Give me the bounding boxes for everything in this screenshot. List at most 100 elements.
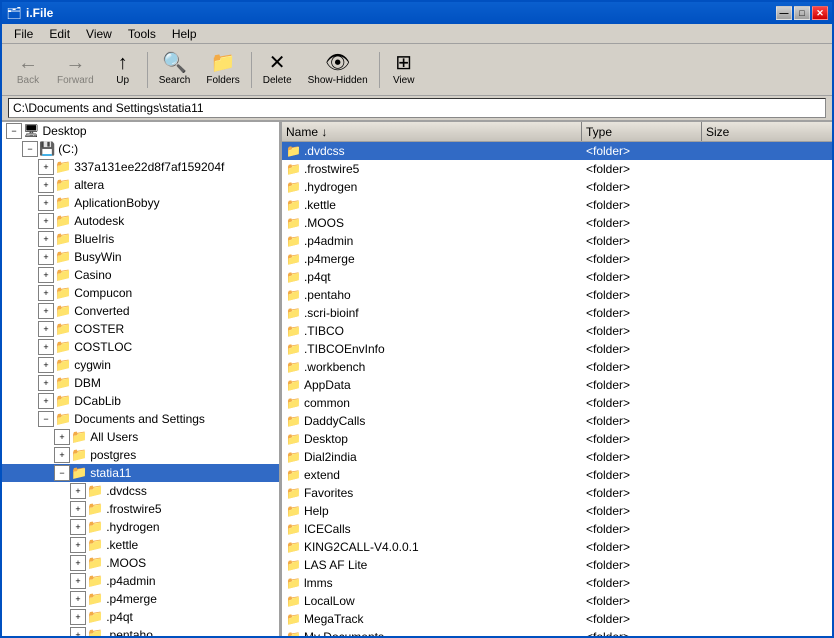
file-row[interactable]: 📁DaddyCalls<folder> <box>282 412 832 430</box>
minimize-button[interactable]: — <box>776 6 792 20</box>
tree-expander-c-drive[interactable]: − <box>22 141 38 157</box>
address-input[interactable] <box>8 98 826 118</box>
tree-expander-kettle[interactable]: + <box>70 537 86 553</box>
tree-expander-autodesk[interactable]: + <box>38 213 54 229</box>
tree-node-dcablib[interactable]: +📁DCabLib <box>2 392 279 410</box>
tree-node-frostwire5[interactable]: +📁.frostwire5 <box>2 500 279 518</box>
file-row[interactable]: 📁extend<folder> <box>282 466 832 484</box>
file-row[interactable]: 📁.frostwire5<folder> <box>282 160 832 178</box>
tree-node-busywin[interactable]: +📁BusyWin <box>2 248 279 266</box>
file-row[interactable]: 📁KING2CALL-V4.0.0.1<folder> <box>282 538 832 556</box>
file-row[interactable]: 📁Favorites<folder> <box>282 484 832 502</box>
menu-item-file[interactable]: File <box>6 25 41 43</box>
menu-item-edit[interactable]: Edit <box>41 25 78 43</box>
tree-node-docs-settings[interactable]: −📁Documents and Settings <box>2 410 279 428</box>
tree-node-p4qt[interactable]: +📁.p4qt <box>2 608 279 626</box>
tree-expander-p4admin[interactable]: + <box>70 573 86 589</box>
file-row[interactable]: 📁lmms<folder> <box>282 574 832 592</box>
tree-node-all-users[interactable]: +📁All Users <box>2 428 279 446</box>
tree-expander-blueiris[interactable]: + <box>38 231 54 247</box>
tree-expander-desktop[interactable]: − <box>6 123 22 139</box>
tree-expander-dvdcss[interactable]: + <box>70 483 86 499</box>
file-row[interactable]: 📁AppData<folder> <box>282 376 832 394</box>
tree-expander-postgres[interactable]: + <box>54 447 70 463</box>
tree-node-coster[interactable]: +📁COSTER <box>2 320 279 338</box>
tree-node-pentaho[interactable]: +📁.pentaho <box>2 626 279 638</box>
tree-node-kettle[interactable]: +📁.kettle <box>2 536 279 554</box>
tree-node-desktop[interactable]: −🖥Desktop <box>2 122 279 140</box>
tree-node-dbm[interactable]: +📁DBM <box>2 374 279 392</box>
file-row[interactable]: 📁.workbench<folder> <box>282 358 832 376</box>
col-header-type[interactable]: Type <box>582 122 702 141</box>
tree-node-blueiris[interactable]: +📁BlueIris <box>2 230 279 248</box>
tree-expander-altera[interactable]: + <box>38 177 54 193</box>
file-row[interactable]: 📁.pentaho<folder> <box>282 286 832 304</box>
tree-expander-pentaho[interactable]: + <box>70 627 86 638</box>
tree-node-autodesk[interactable]: +📁Autodesk <box>2 212 279 230</box>
file-row[interactable]: 📁.TIBCO<folder> <box>282 322 832 340</box>
maximize-button[interactable]: □ <box>794 6 810 20</box>
col-header-name[interactable]: Name ↓ <box>282 122 582 141</box>
tree-node-cygwin[interactable]: +📁cygwin <box>2 356 279 374</box>
up-button[interactable]: ↑Up <box>103 48 143 92</box>
tree-node-postgres[interactable]: +📁postgres <box>2 446 279 464</box>
tree-expander-converted[interactable]: + <box>38 303 54 319</box>
tree-expander-cygwin[interactable]: + <box>38 357 54 373</box>
file-row[interactable]: 📁common<folder> <box>282 394 832 412</box>
file-row[interactable]: 📁Dial2india<folder> <box>282 448 832 466</box>
tree-expander-moos[interactable]: + <box>70 555 86 571</box>
file-row[interactable]: 📁LocalLow<folder> <box>282 592 832 610</box>
tree-expander-frostwire5[interactable]: + <box>70 501 86 517</box>
tree-expander-statia11[interactable]: − <box>54 465 70 481</box>
tree-expander-docs-settings[interactable]: − <box>38 411 54 427</box>
tree-node-p4admin[interactable]: +📁.p4admin <box>2 572 279 590</box>
folders-button[interactable]: 📁Folders <box>199 48 246 92</box>
tree-expander-hydrogen[interactable]: + <box>70 519 86 535</box>
menu-item-tools[interactable]: Tools <box>120 25 164 43</box>
file-row[interactable]: 📁.p4qt<folder> <box>282 268 832 286</box>
close-button[interactable]: ✕ <box>812 6 828 20</box>
tree-expander-all-users[interactable]: + <box>54 429 70 445</box>
tree-expander-aplicationbobyy[interactable]: + <box>38 195 54 211</box>
tree-node-altera[interactable]: +📁altera <box>2 176 279 194</box>
file-pane[interactable]: Name ↓ Type Size 📁.dvdcss<folder>📁.frost… <box>282 122 832 638</box>
file-row[interactable]: 📁MegaTrack<folder> <box>282 610 832 628</box>
delete-button[interactable]: ✕Delete <box>256 48 299 92</box>
tree-pane[interactable]: −🖥Desktop−💾(C:)+📁337a131ee22d8f7af159204… <box>2 122 282 638</box>
tree-expander-p4qt[interactable]: + <box>70 609 86 625</box>
tree-node-dvdcss[interactable]: +📁.dvdcss <box>2 482 279 500</box>
tree-node-converted[interactable]: +📁Converted <box>2 302 279 320</box>
search-button[interactable]: 🔍Search <box>152 48 198 92</box>
tree-node-hydrogen[interactable]: +📁.hydrogen <box>2 518 279 536</box>
tree-expander-compucon[interactable]: + <box>38 285 54 301</box>
file-row[interactable]: 📁Help<folder> <box>282 502 832 520</box>
tree-node-aplicationbobyy[interactable]: +📁AplicationBobyy <box>2 194 279 212</box>
tree-expander-337a131[interactable]: + <box>38 159 54 175</box>
file-row[interactable]: 📁Desktop<folder> <box>282 430 832 448</box>
tree-node-337a131[interactable]: +📁337a131ee22d8f7af159204f <box>2 158 279 176</box>
view-button[interactable]: ⊞View <box>384 48 424 92</box>
tree-expander-p4merge[interactable]: + <box>70 591 86 607</box>
file-row[interactable]: 📁LAS AF Lite<folder> <box>282 556 832 574</box>
file-row[interactable]: 📁ICECalls<folder> <box>282 520 832 538</box>
file-row[interactable]: 📁.p4admin<folder> <box>282 232 832 250</box>
file-row[interactable]: 📁My Documents<folder> <box>282 628 832 638</box>
tree-expander-casino[interactable]: + <box>38 267 54 283</box>
file-row[interactable]: 📁.kettle<folder> <box>282 196 832 214</box>
tree-expander-costloc[interactable]: + <box>38 339 54 355</box>
menu-item-help[interactable]: Help <box>164 25 205 43</box>
tree-node-statia11[interactable]: −📁statia11 <box>2 464 279 482</box>
file-row[interactable]: 📁.p4merge<folder> <box>282 250 832 268</box>
tree-node-c-drive[interactable]: −💾(C:) <box>2 140 279 158</box>
tree-expander-coster[interactable]: + <box>38 321 54 337</box>
tree-node-p4merge[interactable]: +📁.p4merge <box>2 590 279 608</box>
file-row[interactable]: 📁.MOOS<folder> <box>282 214 832 232</box>
file-row[interactable]: 📁.TIBCOEnvInfo<folder> <box>282 340 832 358</box>
tree-node-casino[interactable]: +📁Casino <box>2 266 279 284</box>
file-row[interactable]: 📁.dvdcss<folder> <box>282 142 832 160</box>
file-row[interactable]: 📁.hydrogen<folder> <box>282 178 832 196</box>
tree-node-costloc[interactable]: +📁COSTLOC <box>2 338 279 356</box>
show-hidden-button[interactable]: 👁Show-Hidden <box>301 48 375 92</box>
tree-expander-dcablib[interactable]: + <box>38 393 54 409</box>
col-header-size[interactable]: Size <box>702 122 832 141</box>
